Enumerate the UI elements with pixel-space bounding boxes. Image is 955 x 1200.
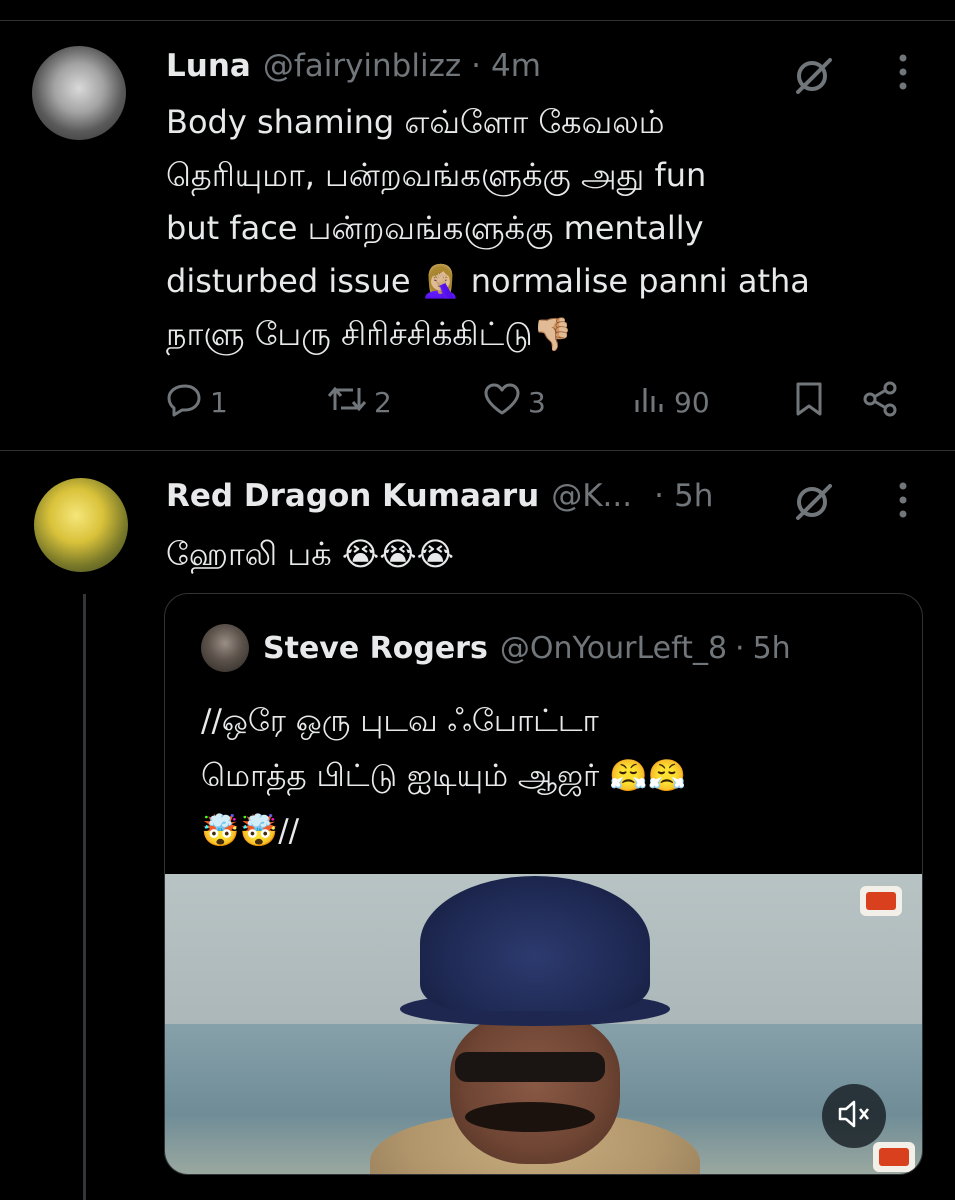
like-count: 3: [528, 386, 546, 419]
separator: ·: [654, 478, 664, 514]
display-name[interactable]: Luna: [166, 48, 251, 84]
tweet-text-line: தெரியுமா, பன்றவங்களுக்கு அது fun: [166, 156, 707, 194]
video-figure: [450, 1014, 620, 1164]
mute-icon: [836, 1097, 872, 1135]
video-media[interactable]: [165, 874, 922, 1174]
timestamp: 5h: [752, 630, 791, 666]
action-bar: 1 2 3 90: [166, 380, 906, 430]
views-button[interactable]: 90: [632, 380, 710, 425]
grok-icon[interactable]: [790, 52, 836, 102]
tweet-text-line: disturbed issue 🤦🏼‍♀️ normalise panni at…: [166, 262, 810, 300]
quoted-tweet-text: //ஒரே ஒரு புடவ ஃபோட்டா மொத்த பிட்டு ஐடிய…: [201, 694, 891, 859]
video-figure: [455, 1052, 605, 1082]
avatar[interactable]: [32, 46, 126, 140]
repost-button[interactable]: 2: [326, 380, 392, 425]
more-icon[interactable]: [890, 480, 916, 524]
avatar: [201, 624, 249, 672]
tweet-text: Body shaming எவ்ளோ கேவலம் தெரியுமா, பன்ற…: [166, 96, 926, 361]
share-icon[interactable]: [860, 380, 900, 418]
tweet-text: ஹோலி பக் 😭😭😭: [166, 535, 455, 573]
separator: ·: [471, 48, 481, 84]
thread-line: [83, 594, 86, 1200]
like-button[interactable]: 3: [482, 380, 546, 425]
quoted-text-line: 🤯🤯//: [201, 813, 300, 849]
mute-button[interactable]: [822, 1084, 886, 1148]
display-name: Steve Rogers: [263, 630, 488, 666]
quoted-text-line: //ஒரே ஒரு புடவ ஃபோட்டா: [201, 703, 599, 739]
bookmark-icon[interactable]: [792, 380, 826, 418]
quoted-text-line: மொத்த பிட்டு ஐடியும் ஆஜர் 😤😤: [201, 758, 687, 794]
reply-button[interactable]: 1: [166, 380, 228, 425]
quoted-tweet[interactable]: Steve Rogers @OnYourLeft_8 · 5h //ஒரே ஒர…: [164, 593, 923, 1175]
views-count: 90: [674, 386, 710, 419]
tweet-header: Red Dragon Kumaaru @K... · 5h: [166, 478, 713, 514]
grok-icon[interactable]: [790, 478, 836, 528]
repost-icon: [326, 380, 368, 425]
quoted-tweet-header: Steve Rogers @OnYourLeft_8 · 5h: [201, 624, 791, 672]
tweet-text-line: நாளு பேரு சிரிச்சிக்கிட்டு👎🏼: [166, 315, 573, 353]
handle: @OnYourLeft_8: [499, 630, 728, 666]
views-icon: [632, 380, 668, 425]
avatar[interactable]: [34, 478, 128, 572]
tweet-divider: [0, 450, 955, 451]
video-figure: [420, 876, 650, 1011]
display-name[interactable]: Red Dragon Kumaaru: [166, 478, 539, 514]
tweet-text-line: Body shaming எவ்ளோ கேவலம்: [166, 103, 665, 141]
like-icon: [482, 380, 522, 425]
timestamp[interactable]: 5h: [674, 478, 713, 514]
timestamp[interactable]: 4m: [491, 48, 541, 84]
tweet-header: Luna @fairyinblizz · 4m: [166, 48, 541, 84]
video-figure: [465, 1102, 595, 1132]
reply-count: 1: [210, 386, 228, 419]
separator: ·: [735, 630, 745, 666]
top-divider: [0, 20, 955, 21]
handle[interactable]: @K...: [551, 478, 632, 514]
repost-count: 2: [374, 386, 392, 419]
watermark-logo: [860, 886, 902, 916]
more-icon[interactable]: [890, 52, 916, 96]
handle[interactable]: @fairyinblizz: [263, 48, 461, 84]
reply-icon: [166, 380, 204, 425]
tweet-text-line: but face பன்றவங்களுக்கு mentally: [166, 209, 704, 247]
watermark-logo: [873, 1142, 915, 1172]
